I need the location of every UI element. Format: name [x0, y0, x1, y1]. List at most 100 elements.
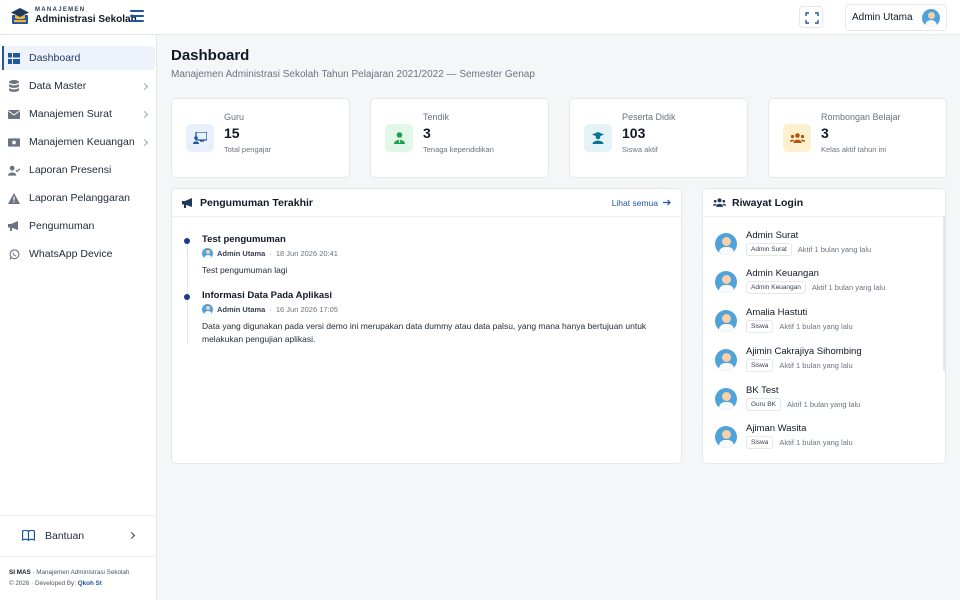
- user-check-icon: [8, 164, 20, 176]
- sidebar-item-label: Manajemen Keuangan: [29, 136, 135, 148]
- stat-card-tendik[interactable]: Tendik 3 Tenaga kependidikan: [370, 98, 549, 178]
- graduate-icon: [584, 124, 612, 152]
- stat-card-rombongan-belajar[interactable]: Rombongan Belajar 3 Kelas aktif tahun in…: [768, 98, 947, 178]
- footer-developer-link[interactable]: Qkoh St: [78, 580, 102, 587]
- login-time: Aktif 1 bulan yang lalu: [779, 361, 853, 370]
- role-badge: Admin Surat: [746, 243, 792, 256]
- announcements-panel: Pengumuman Terakhir Lihat semua Test pen…: [171, 188, 682, 464]
- money-icon: [8, 136, 20, 148]
- separator: ·: [269, 305, 272, 314]
- stat-value: 15: [224, 125, 240, 141]
- timeline-line: [187, 240, 188, 344]
- see-all-link[interactable]: Lihat semua: [612, 198, 671, 208]
- role-badge: Siswa: [746, 320, 774, 333]
- stat-card-peserta-didik[interactable]: Peserta Didik 103 Siswa aktif: [569, 98, 748, 178]
- login-time: Aktif 1 bulan yang lalu: [779, 438, 853, 447]
- announcement-title: Informasi Data Pada Aplikasi: [202, 290, 333, 301]
- envelope-icon: [8, 108, 20, 120]
- sidebar-item-label: WhatsApp Device: [29, 248, 113, 260]
- login-meta: Siswa Aktif 1 bulan yang lalu: [746, 359, 853, 372]
- chalkboard-icon: [186, 124, 214, 152]
- sidebar-item-laporan-pelanggaran[interactable]: Laporan Pelanggaran: [2, 186, 155, 210]
- footer-app-desc: · Manajemen Administrasi Sekolah: [32, 569, 130, 576]
- see-all-label: Lihat semua: [611, 197, 658, 208]
- login-row[interactable]: Admin Keuangan Admin Keuangan Aktif 1 bu…: [713, 264, 938, 296]
- sidebar-item-data-master[interactable]: Data Master: [2, 74, 155, 98]
- stat-desc: Total pengajar: [224, 145, 272, 154]
- user-avatar: [715, 349, 737, 371]
- stat-label: Peserta Didik: [622, 112, 676, 122]
- user-tie-icon: [385, 124, 413, 152]
- brand[interactable]: MANAJEMEN Administrasi Sekolah: [10, 6, 137, 26]
- login-meta: Siswa Aktif 1 bulan yang lalu: [746, 320, 853, 333]
- sidebar-footer: SI MAS · Manajemen Administrasi Sekolah …: [0, 556, 156, 600]
- menu-toggle-icon[interactable]: [130, 10, 144, 22]
- user-avatar: [715, 271, 737, 293]
- sidebar-item-label: Pengumuman: [29, 220, 95, 232]
- announcement-meta: Admin Utama · 18 Jun 2026 20:41: [202, 248, 338, 259]
- user-avatar: [715, 233, 737, 255]
- login-row[interactable]: Ajiman Wasita Siswa Aktif 1 bulan yang l…: [713, 419, 938, 451]
- users-icon: [783, 124, 811, 152]
- role-badge: Siswa: [746, 436, 774, 449]
- stat-label: Rombongan Belajar: [821, 112, 901, 122]
- login-row[interactable]: BK Test Guru BK Aktif 1 bulan yang lalu: [713, 381, 938, 413]
- sidebar-item-laporan-presensi[interactable]: Laporan Presensi: [2, 158, 155, 182]
- role-badge: Guru BK: [746, 398, 781, 411]
- login-time: Aktif 1 bulan yang lalu: [811, 283, 886, 292]
- stat-desc: Kelas aktif tahun ini: [821, 145, 887, 154]
- author-avatar: [202, 248, 213, 259]
- login-meta: Siswa Aktif 1 bulan yang lalu: [746, 436, 853, 449]
- stat-card-guru[interactable]: Guru 15 Total pengajar: [171, 98, 350, 178]
- sidebar-item-pengumuman[interactable]: Pengumuman: [2, 214, 155, 238]
- login-user-name: Ajimin Cakrajiya Sihombing: [746, 346, 862, 357]
- sidebar-item-manajemen-surat[interactable]: Manajemen Surat: [2, 102, 155, 126]
- scrollbar[interactable]: [943, 216, 945, 371]
- sidebar-item-label: Data Master: [29, 80, 87, 92]
- footer-app-name: SI MAS: [9, 569, 31, 576]
- arrow-right-icon: [663, 199, 671, 206]
- sidebar-item-label: Manajemen Surat: [29, 108, 112, 120]
- login-meta: Admin Surat Aktif 1 bulan yang lalu: [746, 243, 871, 256]
- announcement-date: 16 Jun 2026 17:05: [275, 305, 338, 314]
- users-icon: [713, 198, 726, 207]
- login-time: Aktif 1 bulan yang lalu: [797, 245, 872, 254]
- sidebar-item-manajemen-keuangan[interactable]: Manajemen Keuangan: [2, 130, 155, 154]
- page-title: Dashboard: [171, 47, 250, 64]
- top-bar: MANAJEMEN Administrasi Sekolah Admin Uta…: [0, 0, 960, 35]
- megaphone-icon: [182, 197, 192, 208]
- role-badge: Admin Keuangan: [746, 281, 806, 294]
- user-menu-button[interactable]: Admin Utama: [845, 4, 947, 31]
- fullscreen-button[interactable]: [799, 6, 823, 28]
- announcements-title: Pengumuman Terakhir: [200, 196, 313, 209]
- user-avatar: [922, 8, 940, 27]
- stat-value: 103: [622, 125, 646, 141]
- announcement-body: Test pengumuman lagi: [202, 265, 288, 275]
- announcements-header: Pengumuman Terakhir Lihat semua: [172, 189, 681, 217]
- expand-icon: [805, 12, 819, 24]
- help-button[interactable]: Bantuan: [0, 515, 156, 555]
- login-time: Aktif 1 bulan yang lalu: [786, 400, 861, 409]
- sidebar-item-whatsapp-device[interactable]: WhatsApp Device: [2, 242, 155, 266]
- sidebar-item-dashboard[interactable]: Dashboard: [2, 46, 155, 70]
- chevron-right-icon: [140, 138, 149, 146]
- login-row[interactable]: Admin Surat Admin Surat Aktif 1 bulan ya…: [713, 226, 938, 258]
- stat-label: Tendik: [423, 112, 450, 122]
- stat-value: 3: [423, 125, 431, 141]
- role-badge: Siswa: [746, 359, 774, 372]
- stat-desc: Tenaga kependidikan: [423, 145, 494, 154]
- timeline-dot: [184, 294, 190, 300]
- page-subtitle: Manajemen Administrasi Sekolah Tahun Pel…: [171, 69, 535, 80]
- chevron-right-icon: [140, 82, 149, 90]
- sidebar-item-label: Laporan Pelanggaran: [29, 192, 131, 204]
- chevron-right-icon: [127, 531, 136, 540]
- announcement-meta: Admin Utama · 16 Jun 2026 17:05: [202, 304, 338, 315]
- login-row[interactable]: Amalia Hastuti Siswa Aktif 1 bulan yang …: [713, 303, 938, 335]
- warning-icon: [8, 192, 20, 204]
- brand-line-2: Administrasi Sekolah: [35, 14, 137, 25]
- login-user-name: BK Test: [746, 385, 779, 396]
- login-row[interactable]: Ajimin Cakrajiya Sihombing Siswa Aktif 1…: [713, 342, 938, 374]
- stat-value: 3: [821, 125, 829, 141]
- announcement-date: 18 Jun 2026 20:41: [275, 249, 338, 258]
- user-avatar: [715, 388, 737, 410]
